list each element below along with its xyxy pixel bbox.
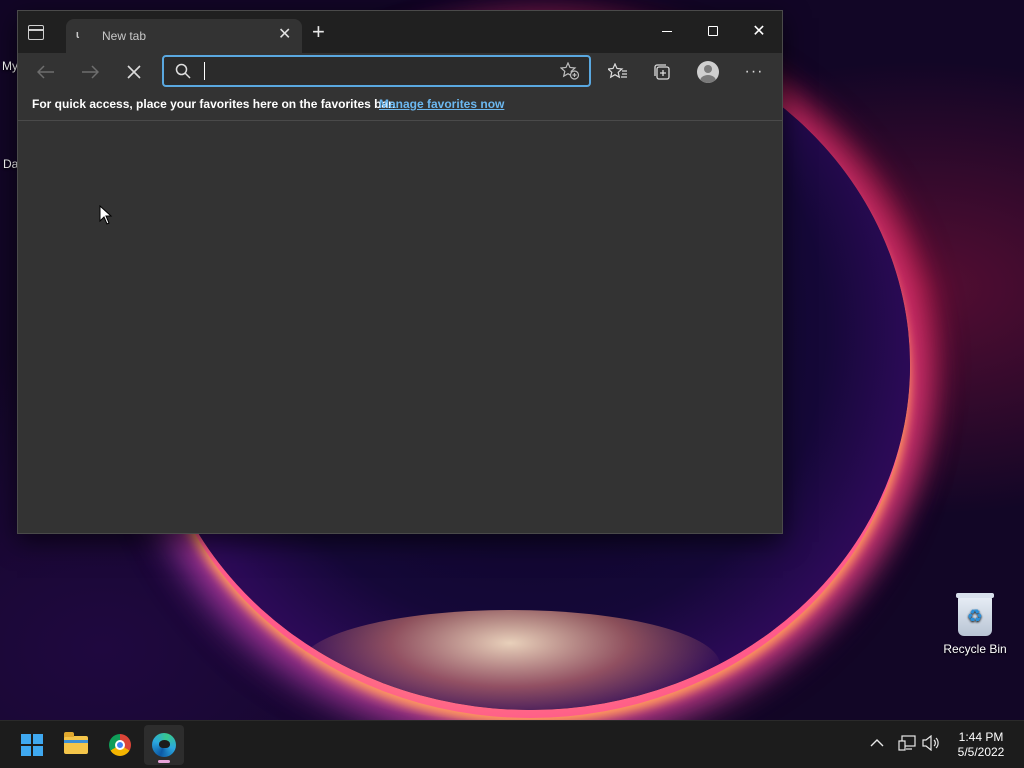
start-button[interactable] xyxy=(12,725,52,765)
edge-icon xyxy=(152,733,176,757)
taskbar-edge[interactable] xyxy=(144,725,184,765)
recycle-bin[interactable]: ♻ Recycle Bin xyxy=(940,593,1010,656)
address-bar[interactable] xyxy=(162,55,591,87)
active-app-indicator xyxy=(158,760,170,763)
settings-more-button[interactable]: ··· xyxy=(738,57,770,87)
forward-button[interactable] xyxy=(74,57,106,87)
chrome-icon xyxy=(109,734,131,756)
taskbar: 1:44 PM 5/5/2022 xyxy=(0,720,1024,768)
add-favorite-icon[interactable] xyxy=(560,62,580,80)
profile-icon xyxy=(697,61,719,83)
taskbar-file-explorer[interactable] xyxy=(56,725,96,765)
tab-new-tab[interactable]: ɩ New tab ✕ xyxy=(66,19,302,53)
wallpaper-glow xyxy=(300,610,720,720)
back-arrow-icon xyxy=(37,65,54,79)
favorites-icon xyxy=(608,63,627,79)
show-hidden-icons-button[interactable] xyxy=(870,735,884,751)
minimize-icon xyxy=(662,30,672,32)
network-button[interactable] xyxy=(898,735,916,754)
loading-icon: ɩ xyxy=(76,29,80,41)
clock-time: 1:44 PM xyxy=(958,730,1004,744)
recycle-bin-label: Recycle Bin xyxy=(943,642,1007,656)
new-tab-button[interactable]: + xyxy=(312,21,325,43)
tab-actions-button[interactable] xyxy=(22,19,62,49)
tab-actions-icon xyxy=(28,25,44,40)
taskbar-chrome[interactable] xyxy=(100,725,140,765)
network-icon xyxy=(898,735,916,751)
page-content[interactable] xyxy=(18,122,782,533)
stop-icon xyxy=(127,65,141,79)
volume-button[interactable] xyxy=(922,734,940,754)
tab-close-button[interactable]: ✕ xyxy=(278,27,291,43)
maximize-icon xyxy=(708,26,718,36)
favorites-bar: For quick access, place your favorites h… xyxy=(18,89,782,121)
navigation-toolbar: ··· xyxy=(18,53,782,89)
favorites-bar-hint: For quick access, place your favorites h… xyxy=(32,97,396,111)
minimize-button[interactable] xyxy=(644,11,690,51)
more-icon: ··· xyxy=(744,63,764,80)
title-bar: ɩ New tab ✕ + ✕ xyxy=(18,11,782,53)
back-button[interactable] xyxy=(30,57,62,87)
forward-arrow-icon xyxy=(82,65,99,79)
clock-date: 5/5/2022 xyxy=(957,745,1005,759)
address-input[interactable] xyxy=(204,62,544,80)
chevron-up-icon xyxy=(870,739,884,747)
favorites-button[interactable] xyxy=(602,57,634,87)
browser-window: ɩ New tab ✕ + ✕ ··· For quick access, pl… xyxy=(17,10,783,534)
mouse-cursor-icon xyxy=(99,205,113,225)
desktop-icon-label-partial[interactable]: My xyxy=(2,59,18,73)
folder-icon xyxy=(64,732,88,754)
stop-loading-button[interactable] xyxy=(118,57,150,87)
tab-title: New tab xyxy=(102,29,147,43)
manage-favorites-link[interactable]: Manage favorites now xyxy=(379,97,504,111)
recycle-bin-icon: ♻ xyxy=(956,593,994,636)
close-window-button[interactable]: ✕ xyxy=(736,11,782,51)
search-icon xyxy=(175,63,191,79)
close-icon: ✕ xyxy=(752,23,766,40)
profile-button[interactable] xyxy=(692,57,724,87)
windows-icon xyxy=(21,734,43,756)
collections-button[interactable] xyxy=(646,57,678,87)
maximize-button[interactable] xyxy=(690,11,736,51)
volume-icon xyxy=(922,734,939,752)
taskbar-clock[interactable]: 1:44 PM 5/5/2022 xyxy=(946,730,1016,760)
collections-icon xyxy=(654,64,670,80)
